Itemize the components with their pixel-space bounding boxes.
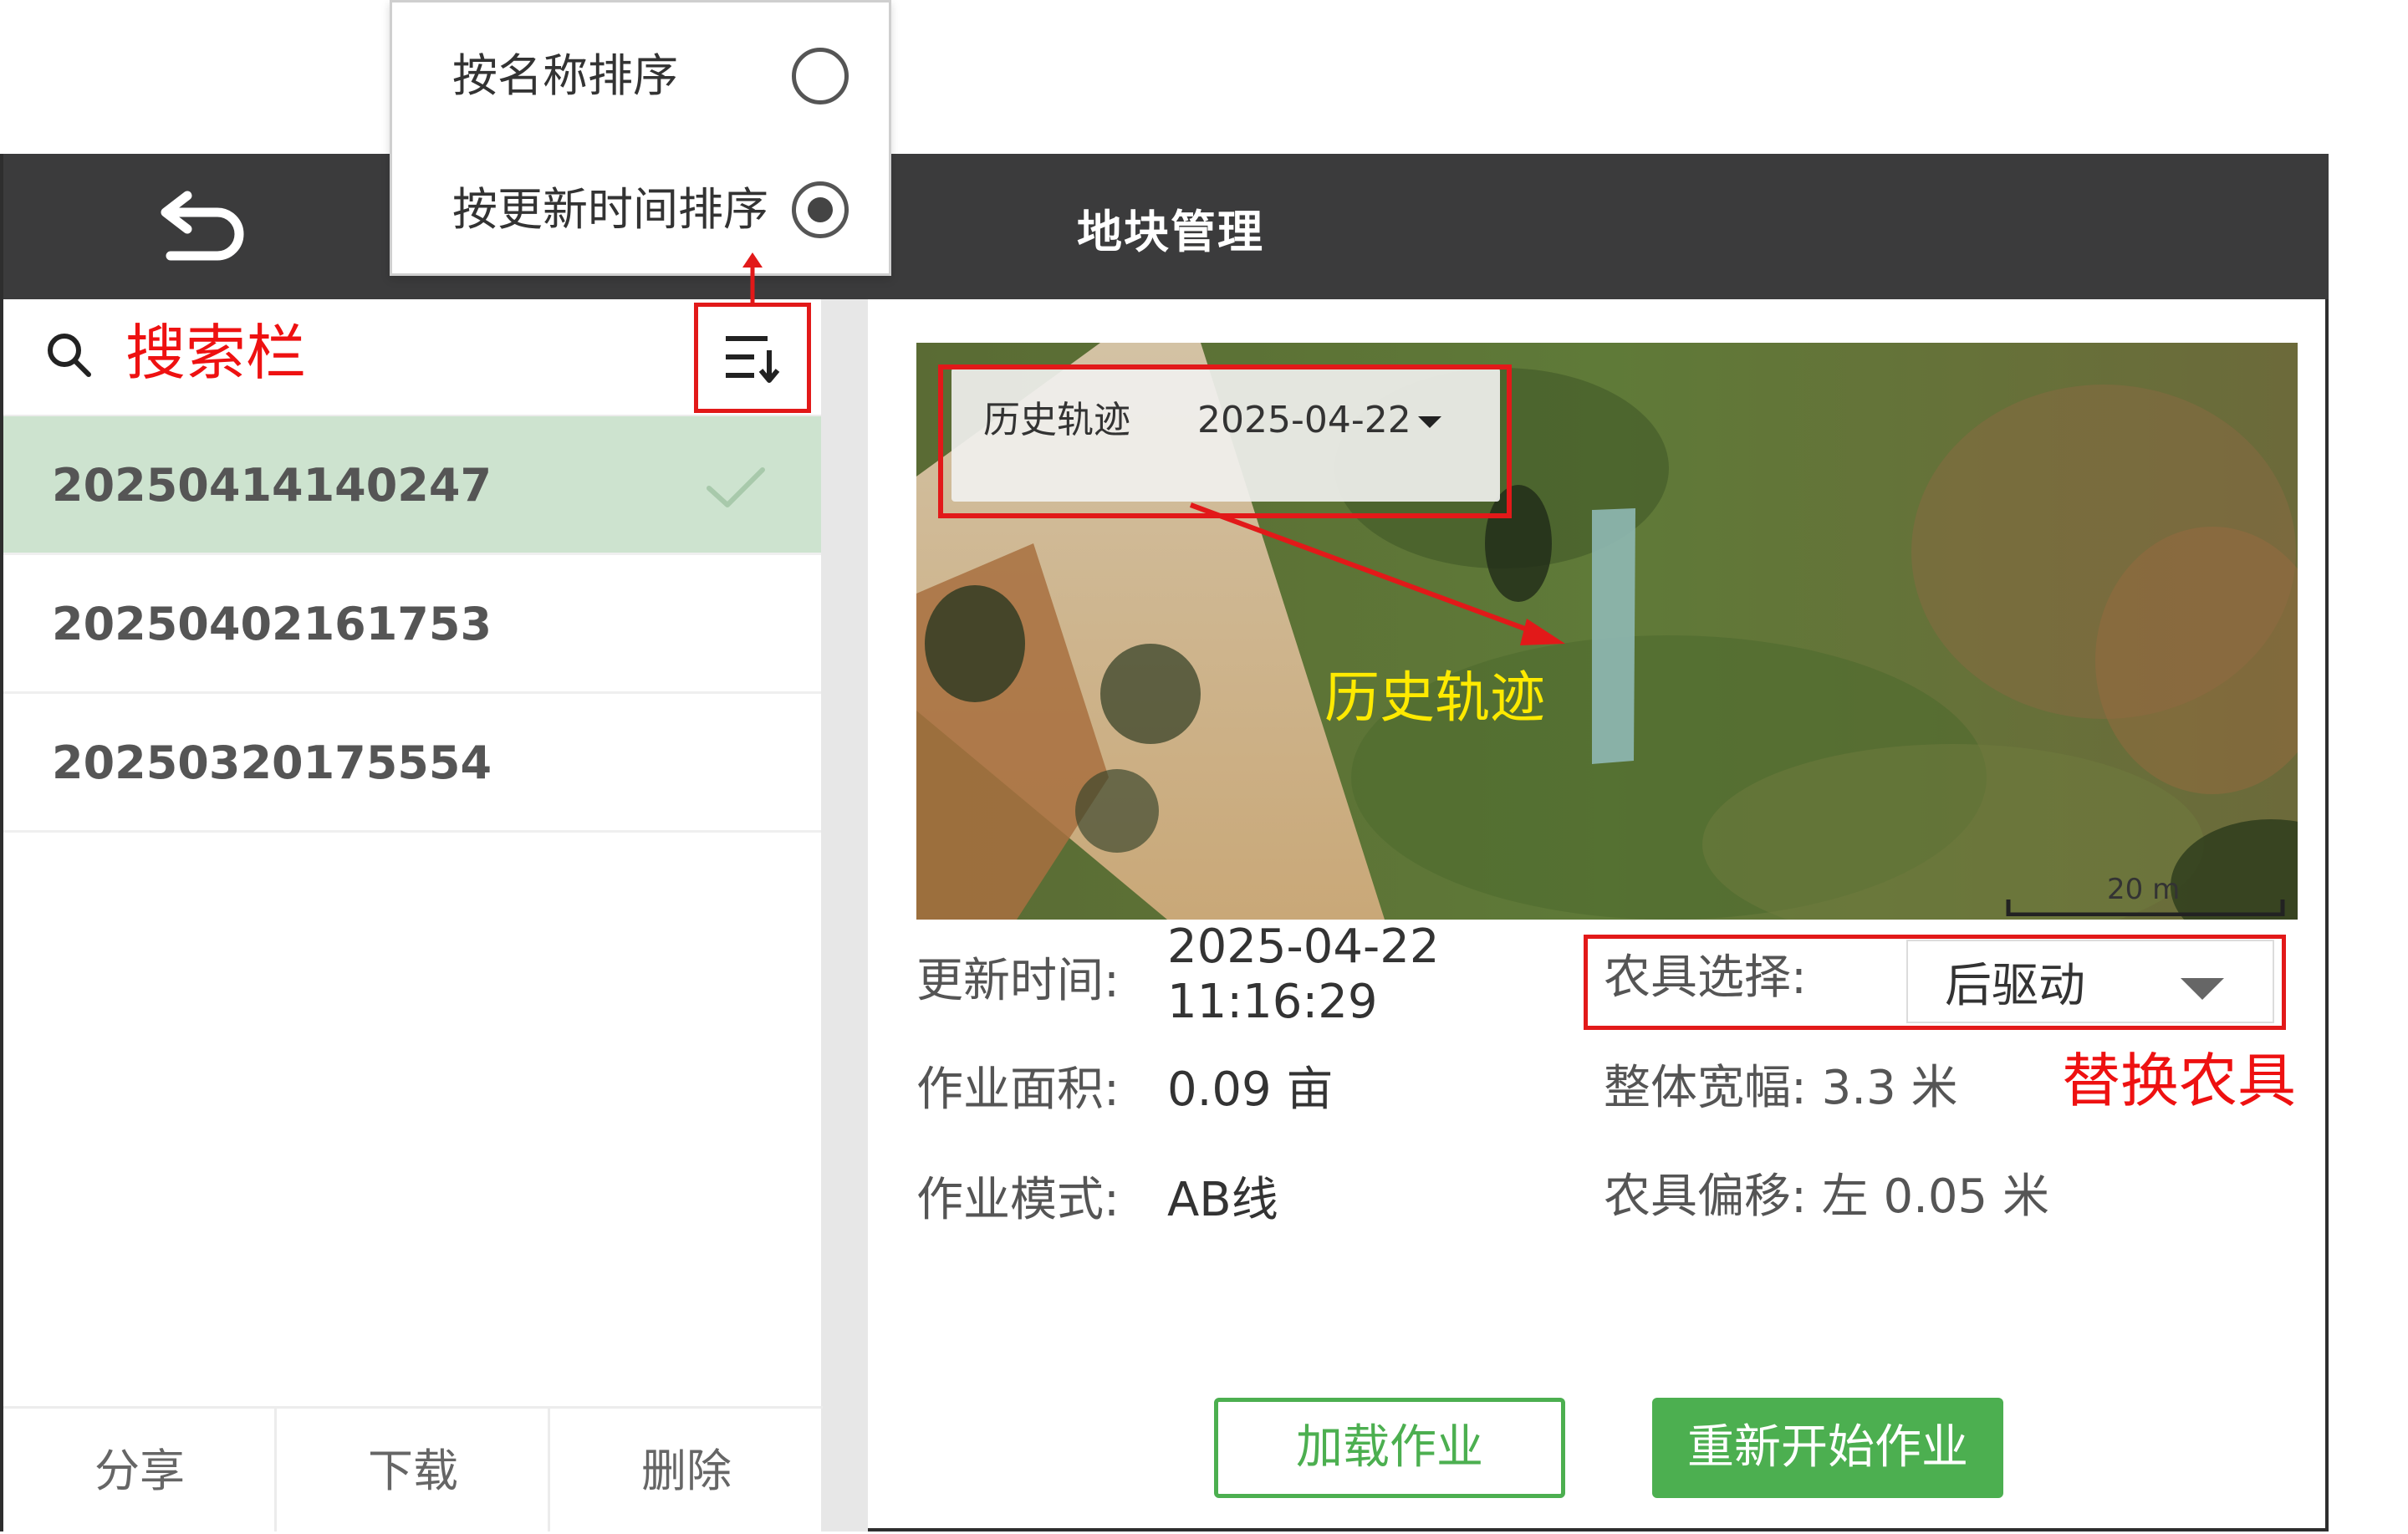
work-area-value: 0.09 亩 [1167, 1063, 1334, 1117]
check-icon [707, 467, 765, 507]
undo-arrow-icon [161, 191, 244, 261]
restart-job-button[interactable]: 重新开始作业 [1652, 1398, 2003, 1498]
overall-width-text: 整体宽幅: 3.3 米 [1604, 1061, 1958, 1115]
update-date: 2025-04-22 [1167, 920, 1440, 974]
sort-option-label: 按名称排序 [452, 49, 678, 102]
page-title: 地块管理 [1077, 206, 1264, 258]
list-item-selected[interactable]: 20250414140247 [3, 416, 821, 555]
sort-by-name-option[interactable]: 按名称排序 [392, 9, 894, 143]
load-job-button[interactable]: 加载作业 [1214, 1398, 1565, 1498]
work-mode-value: AB线 [1167, 1173, 1278, 1227]
list-item-name: 20250402161753 [52, 598, 492, 650]
implement-value[interactable]: 后驱动 [1945, 953, 2085, 1020]
annotation-arrow [1189, 502, 1565, 645]
list-item[interactable]: 20250320175554 [3, 694, 821, 833]
delete-button[interactable]: 删除 [550, 1406, 823, 1531]
sort-icon [726, 336, 780, 383]
radio-checked[interactable] [792, 181, 849, 238]
update-time: 11:16:29 [1167, 975, 1378, 1029]
annotation-arrow [742, 252, 763, 304]
sort-menu: 按名称排序 按更新时间排序 [390, 0, 891, 276]
scale-label: 20 m [2107, 873, 2181, 906]
sort-by-update-time-option[interactable]: 按更新时间排序 [392, 143, 894, 277]
implement-label: 农具选择: [1604, 950, 1807, 1005]
radio-unchecked[interactable] [792, 48, 849, 104]
chevron-down-icon[interactable] [2179, 976, 2226, 1001]
radio-dot [808, 197, 833, 222]
share-button[interactable]: 分享 [3, 1406, 276, 1531]
panel-divider [821, 299, 868, 1531]
search-icon[interactable] [42, 328, 95, 381]
sort-option-label: 按更新时间排序 [452, 183, 768, 236]
list-item-name: 20250320175554 [52, 736, 492, 789]
implement-annotation: 替换农具 [2062, 1047, 2296, 1115]
work-mode-label: 作业模式: [916, 1173, 1120, 1227]
download-button[interactable]: 下载 [277, 1406, 549, 1531]
search-bar-annotation: 搜索栏 [125, 318, 307, 388]
history-track-annotation-box [938, 364, 1512, 518]
implement-offset-text: 农具偏移: 左 0.05 米 [1604, 1170, 2049, 1224]
list-item-name: 20250414140247 [52, 459, 492, 512]
update-time-label: 更新时间: [916, 954, 1120, 1008]
list-item[interactable]: 20250402161753 [3, 555, 821, 694]
sort-button[interactable] [694, 303, 811, 413]
work-area-label: 作业面积: [916, 1063, 1120, 1117]
history-track-annotation: 历史轨迹 [1324, 665, 1545, 730]
back-button[interactable] [150, 184, 251, 276]
